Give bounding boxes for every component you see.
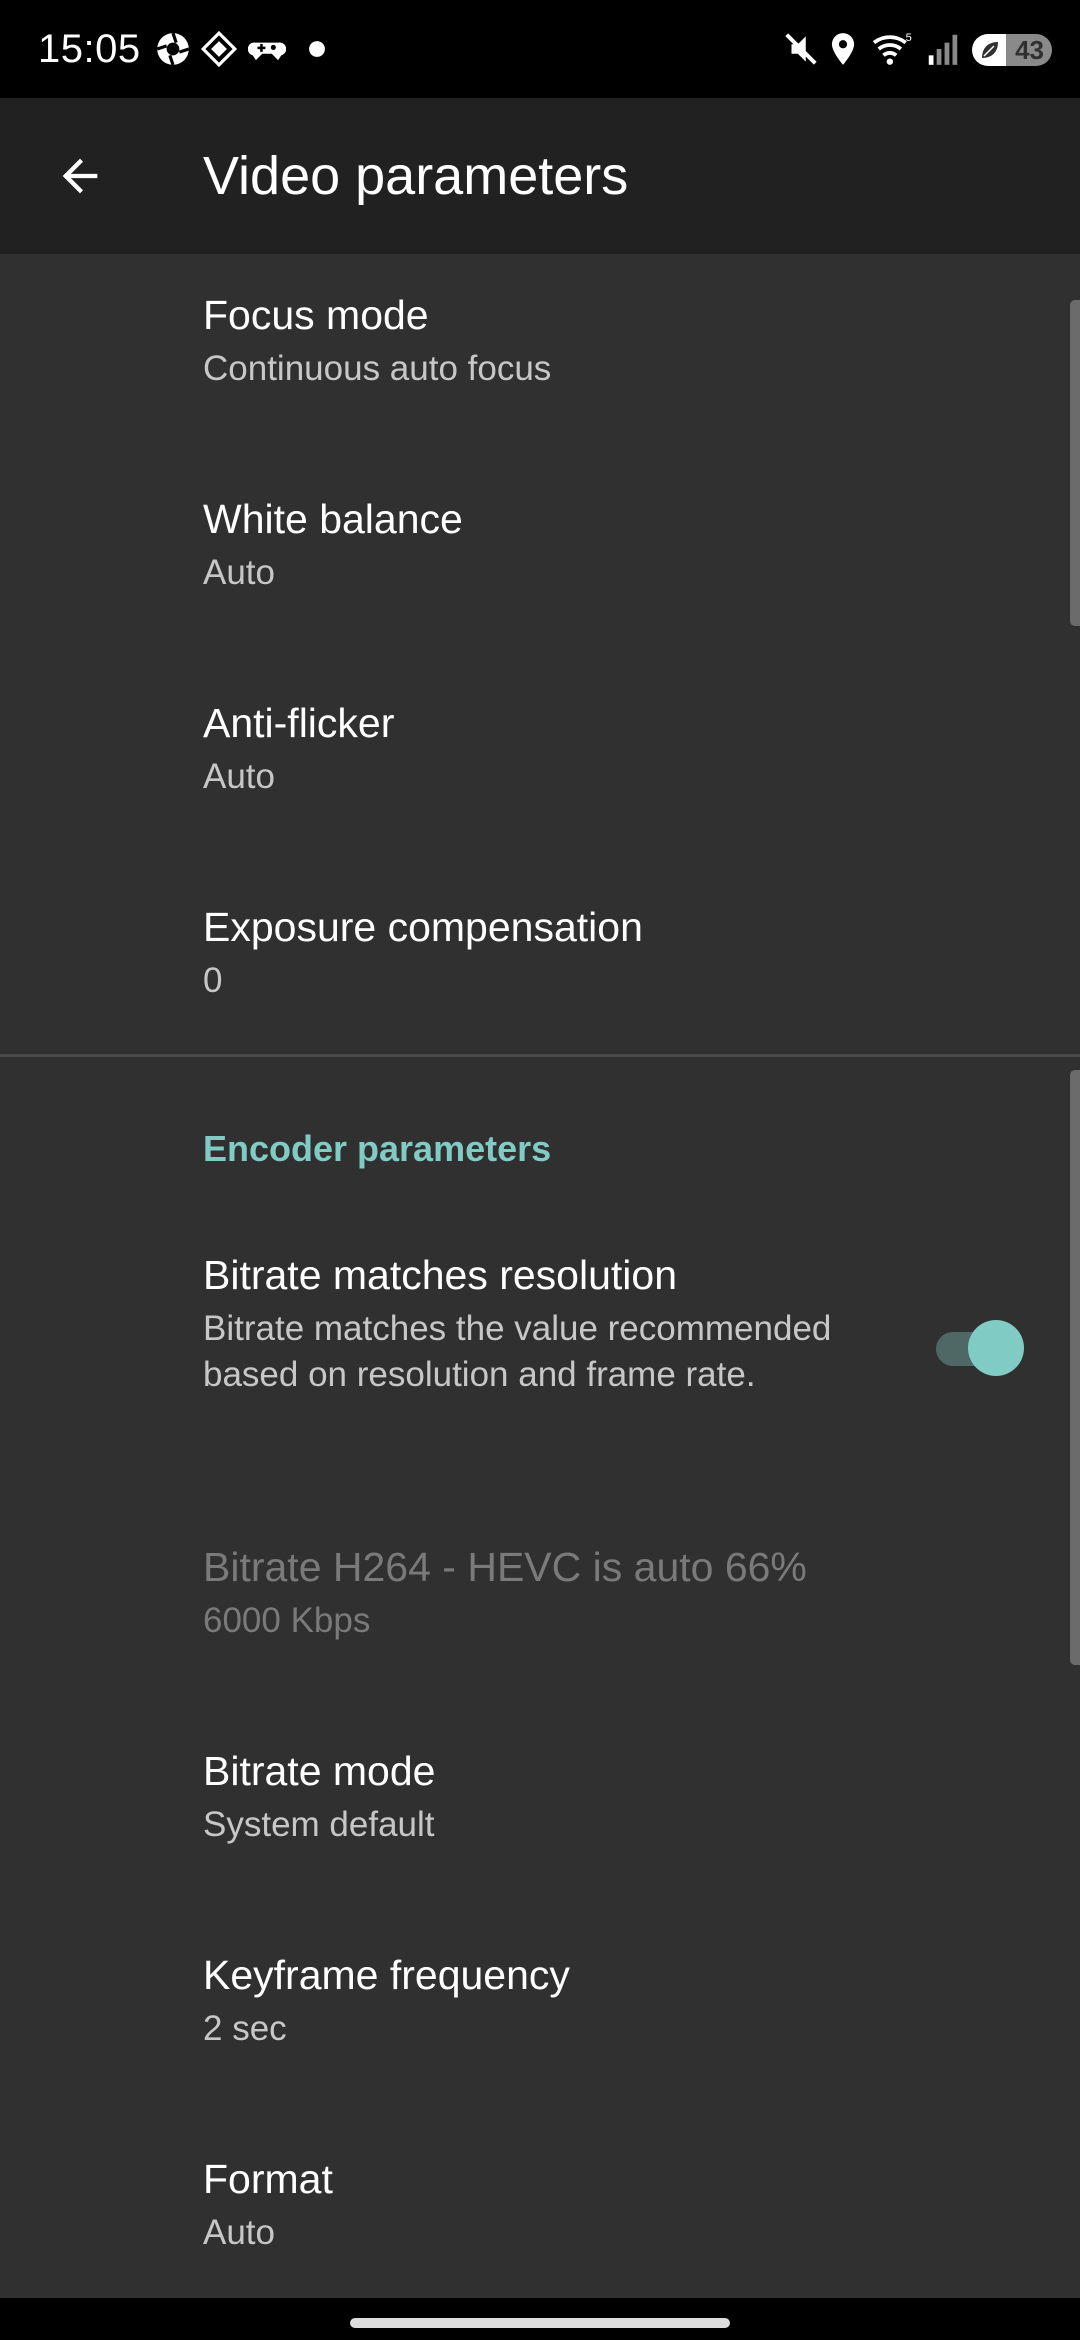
app-bar: Video parameters bbox=[0, 98, 1080, 254]
location-icon bbox=[831, 33, 855, 65]
pref-summary: Continuous auto focus bbox=[203, 349, 552, 388]
pref-anti-flicker[interactable]: Anti-flicker Auto bbox=[0, 662, 1080, 862]
toggle-thumb bbox=[968, 1320, 1024, 1376]
back-button[interactable] bbox=[40, 136, 120, 216]
pref-keyframe-frequency[interactable]: Keyframe frequency 2 sec bbox=[0, 1926, 1080, 2126]
wifi-icon: 5 bbox=[872, 32, 912, 65]
leaf-icon bbox=[982, 42, 998, 58]
pref-title: Bitrate matches resolution bbox=[203, 1252, 678, 1298]
pref-summary: Auto bbox=[203, 553, 275, 592]
pref-summary: 0 bbox=[203, 961, 223, 1000]
pref-focus-mode[interactable]: Focus mode Continuous auto focus bbox=[0, 254, 1080, 454]
navigation-bar bbox=[0, 2298, 1080, 2340]
pref-title: Keyframe frequency bbox=[203, 1952, 570, 1998]
camera-shutter-icon bbox=[156, 32, 190, 66]
section-header-encoder: Encoder parameters bbox=[203, 1128, 552, 1169]
game-controller-icon bbox=[248, 42, 286, 61]
dot-icon bbox=[309, 41, 325, 57]
pref-bitrate-matches-resolution[interactable]: Bitrate matches resolution Bitrate match… bbox=[0, 1222, 1080, 1470]
home-gesture-handle[interactable] bbox=[350, 2318, 730, 2328]
pref-bitrate-h264: Bitrate H264 - HEVC is auto 66% 6000 Kbp… bbox=[0, 1518, 1080, 1696]
pref-summary: Bitrate matches the value recommended ba… bbox=[203, 1309, 832, 1394]
pref-format[interactable]: Format Auto bbox=[0, 2130, 1080, 2298]
status-time: 15:05 bbox=[38, 27, 141, 71]
pref-summary: 2 sec bbox=[203, 2009, 287, 2048]
pref-title: Focus mode bbox=[203, 292, 429, 338]
pref-summary: 6000 Kbps bbox=[203, 1601, 371, 1640]
svg-text:5: 5 bbox=[906, 32, 912, 44]
pref-summary: System default bbox=[203, 1805, 435, 1844]
pref-summary: Auto bbox=[203, 2213, 275, 2252]
pref-exposure-compensation[interactable]: Exposure compensation 0 bbox=[0, 866, 1080, 1052]
section-divider bbox=[0, 1054, 1080, 1057]
pref-title: Exposure compensation bbox=[203, 904, 643, 950]
battery-indicator: 43 bbox=[972, 34, 1052, 66]
pref-title: Anti-flicker bbox=[203, 700, 395, 746]
pref-title: Bitrate H264 - HEVC is auto 66% bbox=[203, 1544, 807, 1590]
status-bar: 15:05 5 43 bbox=[0, 0, 1080, 98]
pref-bitrate-mode[interactable]: Bitrate mode System default bbox=[0, 1722, 1080, 1922]
pref-summary: Auto bbox=[203, 757, 275, 796]
signal-icon bbox=[928, 34, 958, 65]
pref-white-balance[interactable]: White balance Auto bbox=[0, 458, 1080, 658]
battery-level: 43 bbox=[1015, 35, 1044, 65]
page-title: Video parameters bbox=[203, 146, 629, 206]
pref-title: Bitrate mode bbox=[203, 1748, 436, 1794]
arrow-back-icon bbox=[62, 158, 98, 194]
pref-title: White balance bbox=[203, 496, 463, 542]
pref-title: Format bbox=[203, 2156, 333, 2202]
mute-icon bbox=[785, 33, 817, 65]
diamond-app-icon bbox=[200, 30, 238, 68]
bitrate-match-toggle[interactable] bbox=[932, 1318, 1028, 1376]
